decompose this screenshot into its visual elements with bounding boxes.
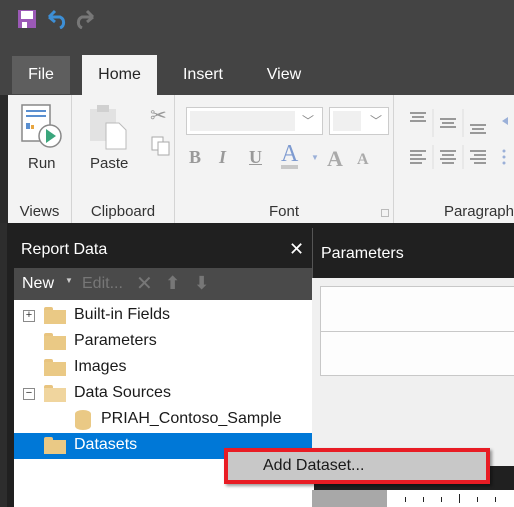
database-icon [75, 410, 91, 430]
italic-button[interactable]: I [219, 147, 226, 168]
group-paragraph: Paragraph [394, 95, 514, 223]
tree-item-data-sources[interactable]: − Data Sources [14, 381, 314, 407]
dialog-launcher-icon[interactable] [381, 209, 389, 217]
save-button[interactable] [16, 8, 38, 30]
copy-icon [151, 136, 170, 156]
paste-button[interactable]: Paste [86, 103, 132, 178]
copy-button[interactable] [150, 135, 172, 162]
tree-item-label: Parameters [74, 332, 157, 349]
cut-button[interactable]: ✂ [150, 103, 167, 128]
font-color-button[interactable]: A [281, 142, 299, 169]
tab-view[interactable]: View [255, 55, 313, 95]
edit-button[interactable]: Edit... [82, 275, 123, 293]
ruler-tick [405, 497, 406, 502]
group-font: ﹀ ﹀ B I U A ▼ A A Font [175, 95, 394, 223]
parameters-pane-title: Parameters [321, 245, 404, 262]
bold-button[interactable]: B [189, 147, 201, 168]
ribbon-tabs: File Home Insert View [0, 55, 514, 95]
tree-item-parameters[interactable]: Parameters [14, 329, 314, 355]
tree-item-images[interactable]: Images [14, 355, 314, 381]
paste-icon [90, 105, 127, 150]
tree-item-label: Images [74, 358, 127, 375]
chevron-down-icon: ﹀ [369, 114, 382, 128]
folder-icon [44, 333, 66, 350]
report-data-title: Report Data [21, 241, 108, 258]
ruler-tick [459, 494, 460, 503]
group-label-views: Views [19, 203, 60, 220]
tree-item-label: Built-in Fields [74, 306, 171, 323]
folder-open-icon [44, 385, 66, 402]
run-label: Run [28, 155, 56, 172]
group-label-clipboard: Clipboard [90, 203, 156, 220]
caret-down-icon[interactable]: ▼ [65, 276, 73, 285]
tree-item-data-source[interactable]: PRIAH_Contoso_Sample [14, 407, 314, 433]
add-dataset-menu-item[interactable]: Add Dataset... [263, 457, 364, 475]
tree-item-built-in-fields[interactable]: + Built-in Fields [14, 303, 314, 329]
group-label-paragraph: Paragraph [443, 203, 514, 220]
parameters-grid[interactable] [320, 286, 514, 376]
redo-button[interactable] [74, 8, 96, 30]
folder-icon [44, 359, 66, 376]
paragraph-align-icons[interactable] [404, 107, 514, 177]
tab-file[interactable]: File [12, 56, 70, 94]
move-up-icon[interactable]: ⬆ [165, 273, 180, 294]
folder-icon [44, 437, 66, 454]
run-report-icon [21, 104, 62, 148]
group-clipboard: Paste ✂ Clipboard [72, 95, 175, 223]
font-name-dropdown[interactable]: ﹀ [186, 107, 323, 135]
tab-home[interactable]: Home [82, 55, 157, 95]
paste-label: Paste [90, 155, 129, 172]
ruler-tick [495, 497, 496, 502]
undo-icon [47, 9, 66, 29]
ribbon: Run Views Paste ✂ Clipboard ﹀ ﹀ B I U A … [0, 95, 514, 223]
caret-down-icon: ▼ [311, 153, 319, 162]
scissors-icon: ✂ [150, 105, 167, 127]
close-icon[interactable]: ✕ [289, 239, 304, 260]
tree-item-label: Data Sources [74, 384, 171, 401]
parameters-pane [312, 278, 514, 466]
chevron-down-icon: ﹀ [301, 114, 314, 128]
font-size-value [333, 111, 361, 131]
ruler-margin [312, 490, 387, 507]
collapse-icon[interactable]: − [23, 388, 35, 400]
run-button[interactable]: Run [20, 103, 64, 178]
parameters-pane-header: Parameters [312, 228, 514, 278]
new-button[interactable]: New [22, 275, 54, 293]
underline-button[interactable]: U [249, 147, 262, 168]
group-label-font: Font [268, 203, 299, 220]
tree-item-label: Datasets [74, 436, 138, 453]
report-data-toolbar: New ▼ Edit... ✕ ⬆ ⬇ [14, 268, 314, 300]
context-menu: Add Dataset... [224, 448, 490, 484]
expand-icon[interactable]: + [23, 310, 35, 322]
redo-icon [76, 9, 95, 29]
grid-divider [321, 331, 514, 332]
floppy-disk-icon [18, 10, 36, 28]
tree-item-label: PRIAH_Contoso_Sample [101, 410, 282, 427]
undo-button[interactable] [46, 8, 68, 30]
tab-insert[interactable]: Insert [170, 55, 236, 95]
quick-access-toolbar [0, 0, 514, 55]
ruler-tick [477, 497, 478, 502]
folder-icon [44, 307, 66, 324]
font-size-dropdown[interactable]: ﹀ [329, 107, 389, 135]
font-name-value [190, 111, 295, 131]
move-down-icon[interactable]: ⬇ [194, 273, 209, 294]
shrink-font-button[interactable]: A [357, 151, 369, 169]
ruler-tick [423, 497, 424, 502]
delete-icon[interactable]: ✕ [136, 271, 153, 296]
grow-font-button[interactable]: A [327, 146, 343, 172]
group-views: Run Views [8, 95, 72, 223]
ruler-tick [441, 497, 442, 502]
